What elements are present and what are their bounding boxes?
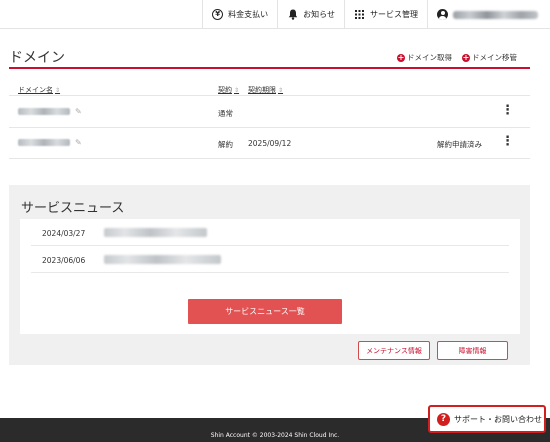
news-date: 2023/06/06 xyxy=(42,256,86,265)
plus-circle-icon: + xyxy=(397,52,405,62)
blurred-username xyxy=(453,10,538,19)
blurred-domain-name[interactable] xyxy=(18,108,70,115)
copyright-text: Shin Account © 2003-2024 Shin Cloud Inc. xyxy=(210,432,340,439)
notice-link[interactable]: お知らせ xyxy=(277,0,344,29)
grid-icon xyxy=(354,9,365,20)
notice-label: お知らせ xyxy=(303,10,335,19)
user-menu[interactable] xyxy=(427,0,550,29)
sort-icon: ⇕ xyxy=(55,87,61,94)
more-options-icon[interactable]: ⋮ xyxy=(501,135,514,148)
column-contract[interactable]: 契約 ⇕ xyxy=(218,85,239,95)
column-expiry[interactable]: 契約期限 ⇕ xyxy=(248,85,283,95)
domain-actions: + ドメイン取得 + ドメイン移管 xyxy=(397,52,517,63)
support-contact-button[interactable]: ? サポート・お問い合わせ xyxy=(428,405,546,433)
pencil-icon[interactable]: ✎ xyxy=(75,107,82,116)
sort-icon: ⇕ xyxy=(278,87,284,94)
news-list: 2024/03/27 2023/06/06 サービスニュース一覧 xyxy=(20,219,520,334)
service-label: サービス管理 xyxy=(370,10,418,19)
question-icon: ? xyxy=(437,412,450,426)
bell-icon xyxy=(287,9,298,20)
news-date: 2024/03/27 xyxy=(42,229,86,238)
list-item[interactable]: 2024/03/27 xyxy=(31,219,509,246)
domain-table-header: ドメイン名 ⇕ 契約 ⇕ 契約期限 ⇕ xyxy=(9,82,530,96)
acquire-domain-link[interactable]: + ドメイン取得 xyxy=(397,52,452,63)
service-news-title: サービスニュース xyxy=(21,201,125,216)
plus-circle-icon: + xyxy=(462,52,470,62)
section-divider xyxy=(9,67,530,69)
column-domain-name[interactable]: ドメイン名 ⇕ xyxy=(18,85,60,95)
news-list-button[interactable]: サービスニュース一覧 xyxy=(188,299,342,324)
pencil-icon[interactable]: ✎ xyxy=(75,138,82,147)
support-label: サポート・お問い合わせ xyxy=(454,414,542,424)
service-management-link[interactable]: サービス管理 xyxy=(344,0,427,29)
transfer-domain-label: ドメイン移管 xyxy=(472,53,517,62)
cancellation-status: 解約申請済み xyxy=(437,140,482,149)
more-options-icon[interactable]: ⋮ xyxy=(501,104,514,117)
top-bar: ¥ 料金支払い お知らせ サービス管理 xyxy=(0,0,550,29)
blurred-domain-name[interactable] xyxy=(18,139,70,146)
table-row: ✎ 通常 ⋮ xyxy=(9,97,530,128)
list-item[interactable]: 2023/06/06 xyxy=(31,246,509,273)
blurred-news-title[interactable] xyxy=(104,228,207,237)
transfer-domain-link[interactable]: + ドメイン移管 xyxy=(462,52,517,63)
service-news-panel: サービスニュース 2024/03/27 2023/06/06 サービスニュース一… xyxy=(9,185,530,365)
user-icon xyxy=(437,9,448,20)
maintenance-info-button[interactable]: メンテナンス情報 xyxy=(358,341,430,360)
yen-icon: ¥ xyxy=(212,9,224,20)
outage-info-button[interactable]: 障害情報 xyxy=(437,341,508,360)
contract-type: 通常 xyxy=(218,109,233,118)
billing-label: 料金支払い xyxy=(228,10,269,19)
acquire-domain-label: ドメイン取得 xyxy=(407,53,452,62)
blurred-news-title[interactable] xyxy=(104,255,221,264)
contract-type: 解約 xyxy=(218,140,233,149)
expiry-date: 2025/09/12 xyxy=(248,139,292,148)
table-row: ✎ 解約 2025/09/12 解約申請済み ⋮ xyxy=(9,128,530,159)
sort-icon: ⇕ xyxy=(234,87,240,94)
billing-link[interactable]: ¥ 料金支払い xyxy=(202,0,277,29)
domain-section-title: ドメイン xyxy=(9,50,65,66)
